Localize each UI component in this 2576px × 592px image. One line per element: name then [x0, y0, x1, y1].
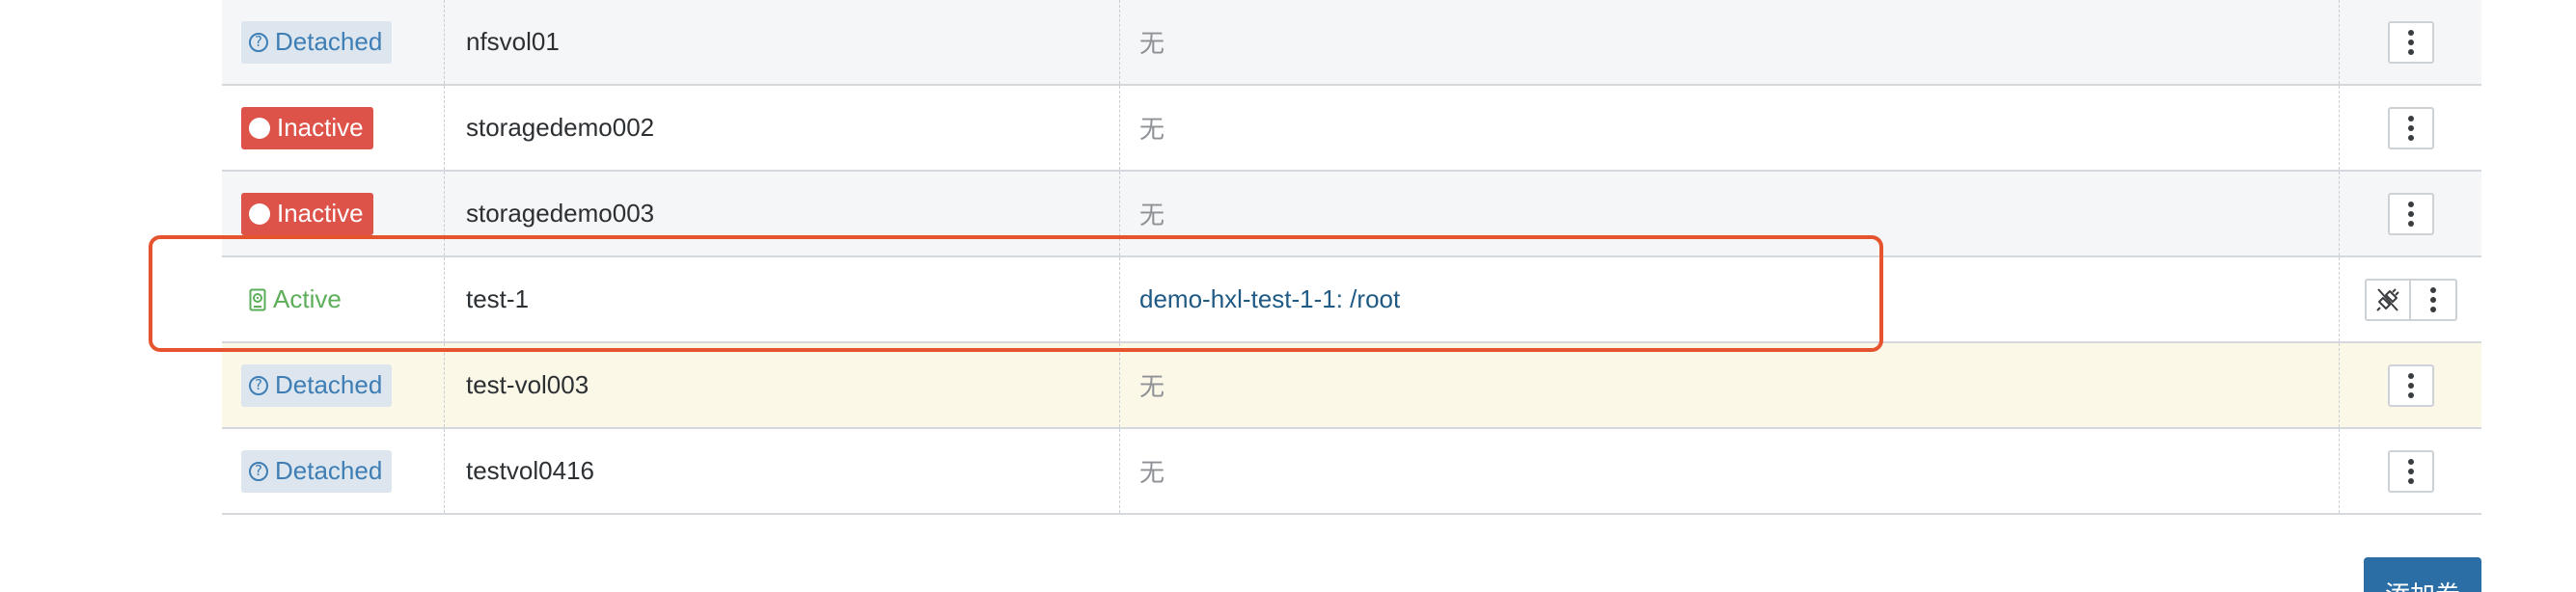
status-badge: ? Detached	[241, 363, 393, 407]
status-badge: Inactive	[241, 106, 373, 149]
actions-cell	[2339, 86, 2481, 170]
table-row: Inactive storagedemo002 无	[222, 86, 2481, 172]
volume-name: nfsvol01	[444, 0, 1119, 84]
table-row: ? Detached test-vol003 无	[222, 343, 2481, 429]
more-actions-button[interactable]	[2387, 192, 2434, 235]
actions-cell	[2339, 257, 2481, 341]
table-row: Active test-1 demo-hxl-test-1-1: /root	[222, 257, 2481, 343]
dot-icon	[249, 117, 270, 139]
dot-icon	[249, 202, 270, 225]
more-actions-button[interactable]	[2410, 278, 2457, 321]
status-label: Detached	[275, 456, 383, 485]
detach-button[interactable]	[2364, 278, 2411, 321]
kebab-menu-icon	[2407, 201, 2414, 227]
add-volume-button[interactable]: 添加卷	[2364, 557, 2481, 592]
state-cell: ? Detached	[222, 0, 444, 84]
kebab-menu-icon	[2429, 286, 2436, 312]
table-row: Inactive storagedemo003 无	[222, 172, 2481, 257]
table-row: ? Detached nfsvol01 无	[222, 0, 2481, 86]
volume-name: test-1	[444, 257, 1119, 341]
more-actions-button[interactable]	[2387, 449, 2434, 493]
status-label: Detached	[275, 370, 383, 399]
actions-cell	[2339, 0, 2481, 84]
kebab-menu-icon	[2407, 115, 2414, 141]
state-cell: ? Detached	[222, 343, 444, 427]
state-cell: Inactive	[222, 86, 444, 170]
status-badge: Active	[241, 279, 351, 321]
actions-cell	[2339, 343, 2481, 427]
status-label: Active	[273, 284, 342, 313]
kebab-menu-icon	[2407, 458, 2414, 484]
question-circle-icon: ?	[249, 461, 268, 481]
question-circle-icon: ?	[249, 32, 268, 52]
table-row: ? Detached testvol0416 无	[222, 429, 2481, 515]
mount-link[interactable]: demo-hxl-test-1-1: /root	[1139, 284, 1400, 314]
state-cell: ? Detached	[222, 429, 444, 513]
unplug-icon	[2375, 287, 2399, 311]
volume-name: storagedemo003	[444, 172, 1119, 256]
volume-name: storagedemo002	[444, 86, 1119, 170]
more-actions-button[interactable]	[2387, 363, 2434, 407]
actions-cell	[2339, 172, 2481, 256]
state-cell: Inactive	[222, 172, 444, 256]
state-cell: Active	[222, 257, 444, 341]
volumes-page: ? Detached nfsvol01 无 Inactive storagede…	[0, 0, 2576, 592]
status-badge: ? Detached	[241, 449, 393, 493]
volume-name: testvol0416	[444, 429, 1119, 513]
kebab-menu-icon	[2407, 372, 2414, 398]
row-action-group	[2364, 278, 2457, 321]
kebab-menu-icon	[2407, 29, 2414, 55]
more-actions-button[interactable]	[2387, 106, 2434, 149]
status-label: Detached	[275, 27, 383, 56]
status-label: Inactive	[277, 199, 364, 228]
status-label: Inactive	[277, 113, 364, 142]
more-actions-button[interactable]	[2387, 20, 2434, 64]
actions-cell	[2339, 429, 2481, 513]
volumes-table: ? Detached nfsvol01 无 Inactive storagede…	[222, 0, 2481, 515]
disk-icon	[249, 288, 266, 311]
question-circle-icon: ?	[249, 375, 268, 395]
volume-name: test-vol003	[444, 343, 1119, 427]
status-badge: Inactive	[241, 192, 373, 235]
status-badge: ? Detached	[241, 20, 393, 64]
